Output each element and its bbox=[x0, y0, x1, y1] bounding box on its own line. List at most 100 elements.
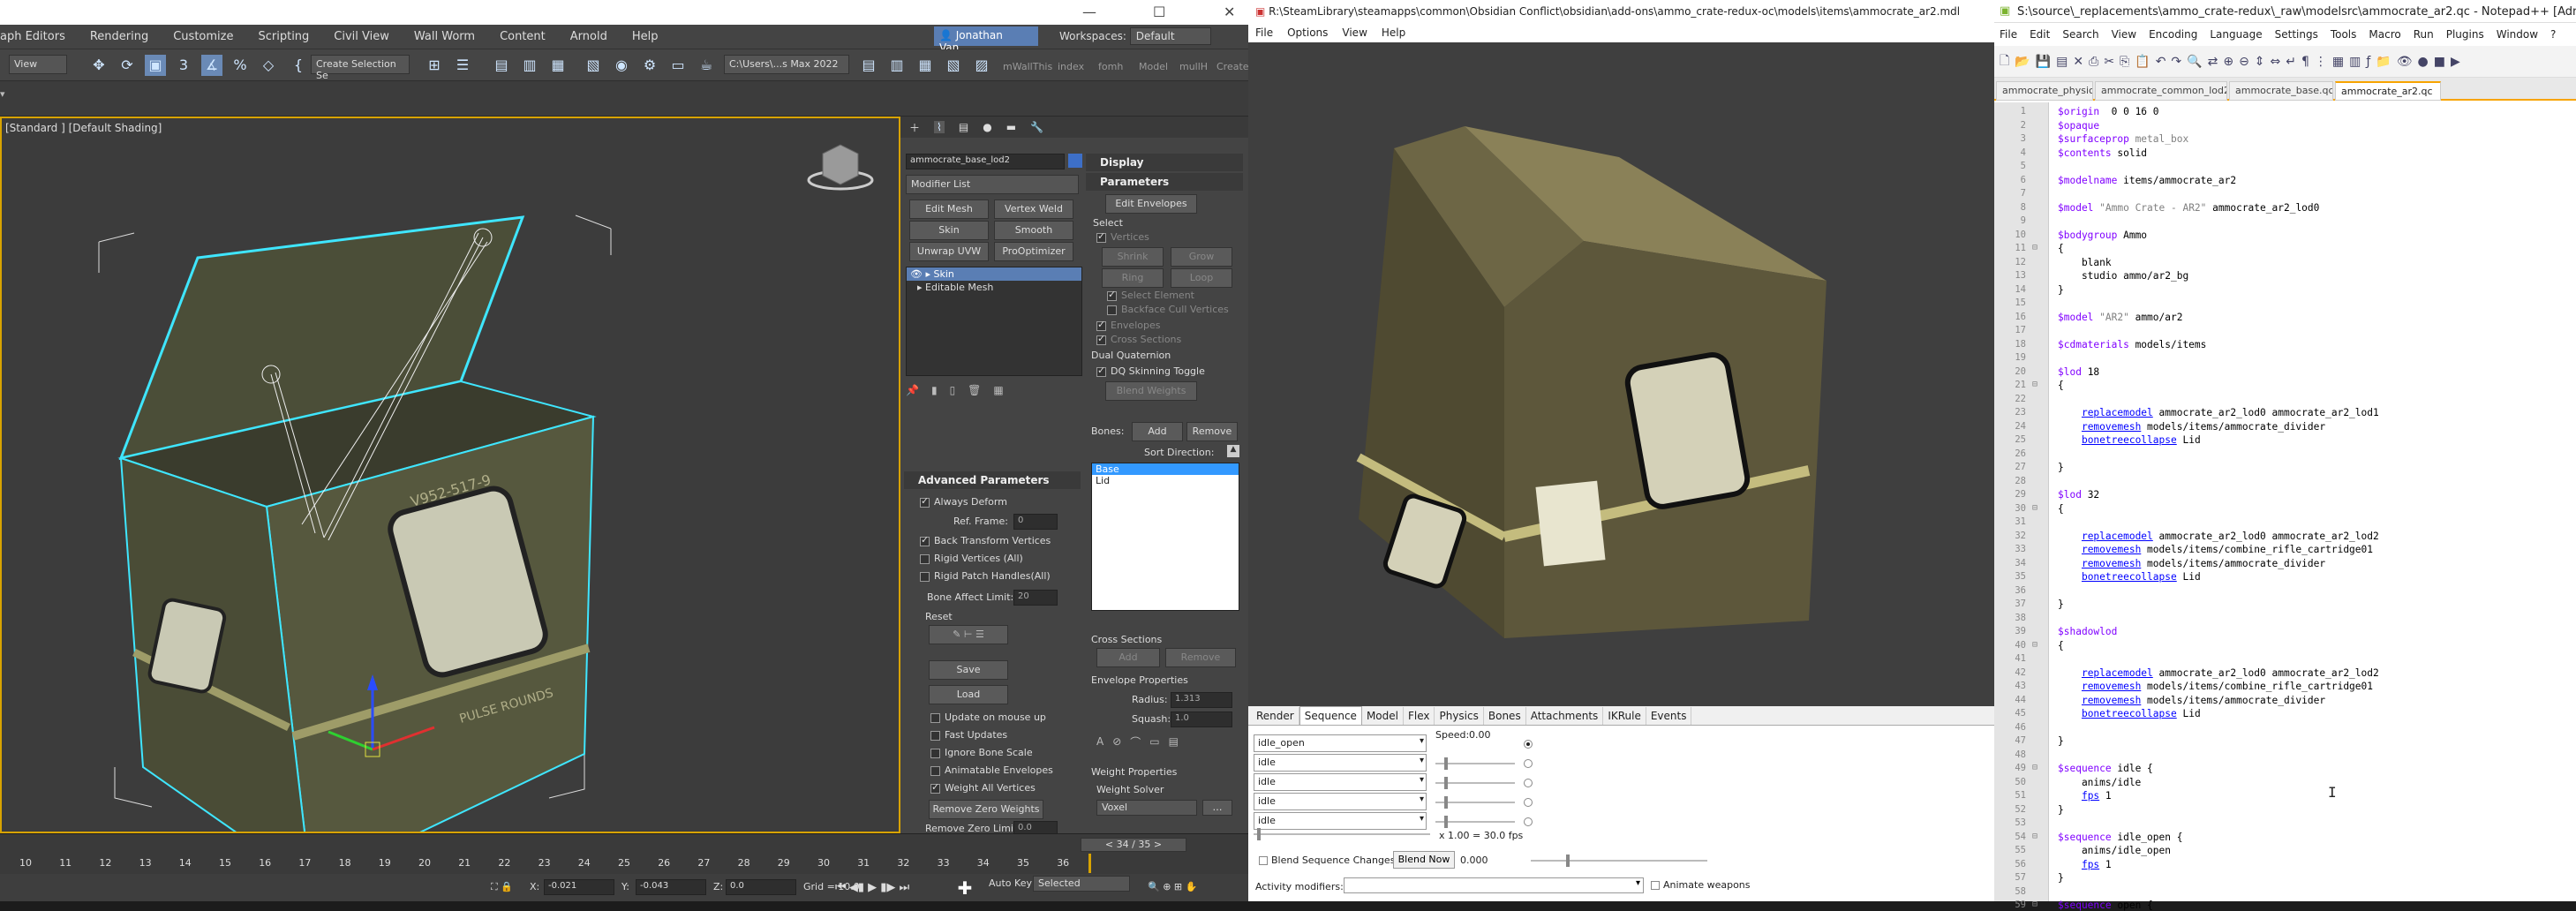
fold-toggle-icon[interactable]: ⊟ bbox=[2030, 763, 2039, 772]
sequence-radio-2[interactable] bbox=[1524, 779, 1533, 787]
npp-menu-8[interactable]: Macro bbox=[2369, 28, 2400, 41]
y-coord-field[interactable]: -0.043 bbox=[636, 879, 706, 895]
close-icon[interactable]: ✕ bbox=[1224, 4, 1235, 20]
import-icon[interactable]: ▨ bbox=[971, 55, 992, 76]
vertices-checkbox[interactable] bbox=[1096, 230, 1106, 243]
hlmv-tab-7[interactable]: IKRule bbox=[1603, 706, 1646, 725]
hlmv-tab-4[interactable]: Physics bbox=[1435, 706, 1484, 725]
percent-snap-icon[interactable]: % bbox=[230, 55, 251, 76]
object-name-field[interactable]: ammocrate_base_lod2 bbox=[906, 154, 1065, 169]
select-rotate-icon[interactable]: ⟳ bbox=[117, 55, 138, 76]
hlmv-tab-0[interactable]: Render bbox=[1252, 706, 1299, 725]
record-macro-icon[interactable]: ● bbox=[2418, 55, 2429, 69]
motion-tab-icon[interactable]: ● bbox=[983, 121, 991, 133]
npp-menu-6[interactable]: Settings bbox=[2275, 28, 2318, 41]
object-color-swatch[interactable] bbox=[1068, 154, 1082, 168]
shelf-tab-4[interactable]: mullH bbox=[1179, 61, 1208, 72]
modifier-list-dropdown[interactable]: Modifier List bbox=[906, 175, 1079, 194]
menu-item-0[interactable]: aph Editors bbox=[0, 30, 65, 43]
paste-icon[interactable]: 📋 bbox=[2135, 55, 2150, 69]
render-icon[interactable]: ☕ bbox=[696, 55, 717, 76]
configure-sets-icon[interactable]: ▦ bbox=[993, 384, 1003, 396]
maximize-icon[interactable]: ☐ bbox=[1153, 4, 1165, 20]
modify-tab-icon[interactable]: ⌇ bbox=[934, 121, 945, 133]
backface-cull-checkbox[interactable] bbox=[1107, 305, 1117, 315]
project-icon[interactable]: ▤ bbox=[858, 55, 879, 76]
hlmv-menu-0[interactable]: File bbox=[1255, 26, 1273, 39]
all-chars-icon[interactable]: ¶ bbox=[2301, 55, 2309, 69]
fold-toggle-icon[interactable]: ⊟ bbox=[2030, 832, 2039, 841]
sync-v-icon[interactable]: ⇕ bbox=[2255, 55, 2265, 69]
hlmv-model-viewport[interactable] bbox=[1248, 42, 1994, 706]
spinner-snap-icon[interactable]: ◇ bbox=[258, 55, 279, 76]
shelf-tab-2[interactable]: fomh bbox=[1098, 61, 1123, 72]
dq-toggle-checkbox[interactable] bbox=[1096, 365, 1106, 377]
absolute-effect-icon[interactable]: A bbox=[1096, 735, 1103, 748]
add-bone-button[interactable]: Add bbox=[1132, 422, 1183, 441]
hlmv-menu-1[interactable]: Options bbox=[1287, 26, 1328, 39]
back-transform-checkbox[interactable] bbox=[920, 534, 930, 546]
tab-common-lod2[interactable]: ammocrate_common_lod2.qci bbox=[2095, 81, 2227, 101]
squash-spinner[interactable]: 1.0 bbox=[1171, 711, 1232, 727]
frame-slider[interactable] bbox=[1254, 828, 1430, 840]
sequence-select-0[interactable]: idle_open bbox=[1254, 734, 1427, 752]
eye-icon[interactable]: 👁 ▸ bbox=[910, 268, 933, 280]
pin-stack-icon[interactable]: 📌 bbox=[906, 384, 919, 396]
align-icon[interactable]: ☰ bbox=[452, 55, 473, 76]
remove-zero-weights-button[interactable]: Remove Zero Weights bbox=[929, 800, 1043, 819]
cross-sections-checkbox[interactable] bbox=[1096, 333, 1106, 345]
remove-bone-button[interactable]: Remove bbox=[1186, 422, 1238, 441]
unwrap-uvw-button[interactable]: Unwrap UVW bbox=[909, 242, 989, 261]
select-scale-icon[interactable]: ▣ bbox=[145, 55, 166, 76]
curve-editor-icon[interactable]: ▦ bbox=[547, 55, 569, 76]
hlmv-menu-3[interactable]: Help bbox=[1382, 26, 1405, 39]
envelopes-checkbox[interactable] bbox=[1096, 319, 1106, 331]
sequence-radio-3[interactable] bbox=[1524, 798, 1533, 807]
redo-icon[interactable]: ↷ bbox=[2171, 55, 2181, 69]
weight-slider-3[interactable] bbox=[1435, 796, 1515, 809]
print-icon[interactable]: ⎙ bbox=[2089, 55, 2098, 69]
layer-explorer-icon[interactable]: ▤ bbox=[491, 55, 512, 76]
menu-item-8[interactable]: Help bbox=[632, 30, 659, 43]
hlmv-tab-2[interactable]: Model bbox=[1362, 706, 1404, 725]
prev-frame-icon[interactable]: < bbox=[1105, 839, 1117, 850]
rigid-patch-checkbox[interactable] bbox=[920, 572, 930, 582]
replace-icon[interactable]: ⇄ bbox=[2208, 55, 2218, 69]
npp-menu-9[interactable]: Run bbox=[2414, 28, 2434, 41]
ref-frame-spinner[interactable]: 0 bbox=[1013, 514, 1058, 530]
create-tab-icon[interactable]: ＋ bbox=[909, 120, 920, 135]
show-end-result-icon[interactable]: ▮ bbox=[931, 384, 938, 396]
shelf-tab-0[interactable]: mWallThis bbox=[1003, 61, 1052, 72]
hlmv-tab-6[interactable]: Attachments bbox=[1526, 706, 1604, 725]
user-account-button[interactable]: 👤 Jonathan Van... bbox=[934, 26, 1038, 54]
menu-item-2[interactable]: Customize bbox=[173, 30, 233, 43]
hlmv-tab-8[interactable]: Events bbox=[1646, 706, 1692, 725]
blend-weights-button[interactable]: Blend Weights bbox=[1105, 381, 1197, 401]
smooth-button[interactable]: Smooth bbox=[994, 221, 1073, 240]
hlmv-menu-2[interactable]: View bbox=[1342, 26, 1367, 39]
edit-envelopes-button[interactable]: Edit Envelopes bbox=[1105, 194, 1197, 214]
animate-weapons-checkbox[interactable] bbox=[1651, 881, 1660, 890]
selection-set-dropdown[interactable]: Create Selection Se bbox=[311, 55, 410, 81]
menu-item-3[interactable]: Scripting bbox=[258, 30, 309, 43]
schematic-view-icon[interactable]: ▧ bbox=[583, 55, 604, 76]
perspective-viewport[interactable]: [Standard ] [Default Shading] V952-517-9… bbox=[0, 117, 900, 833]
rigid-vertices-checkbox[interactable] bbox=[920, 554, 930, 564]
activity-modifiers-dropdown[interactable]: ▾ bbox=[1344, 877, 1644, 893]
hlmv-tab-3[interactable]: Flex bbox=[1404, 706, 1435, 725]
close-file-icon[interactable]: ✕ bbox=[2073, 55, 2083, 69]
folder-icon[interactable]: ▥ bbox=[886, 55, 908, 76]
x-coord-field[interactable]: -0.021 bbox=[544, 879, 614, 895]
blend-slider[interactable] bbox=[1531, 855, 1707, 867]
weight-all-checkbox[interactable] bbox=[930, 781, 940, 794]
snap-3d-icon[interactable]: 3 bbox=[173, 55, 194, 76]
tab-physics-smd[interactable]: ammocrate_physics_SMD bbox=[1996, 81, 2093, 101]
render-frame-icon[interactable]: ▭ bbox=[667, 55, 689, 76]
zoom-in-icon[interactable]: ⊕ bbox=[2223, 55, 2233, 69]
weight-slider-4[interactable] bbox=[1435, 816, 1515, 828]
remove-modifier-icon[interactable]: 🗑 bbox=[968, 384, 981, 396]
animatable-env-checkbox[interactable] bbox=[930, 766, 940, 776]
utilities-tab-icon[interactable]: 🔧 bbox=[1030, 121, 1043, 133]
ribbon-arrow-icon[interactable]: ▾ bbox=[0, 88, 5, 100]
stack-item-editable-mesh[interactable]: ▸ Editable Mesh bbox=[907, 281, 1081, 294]
